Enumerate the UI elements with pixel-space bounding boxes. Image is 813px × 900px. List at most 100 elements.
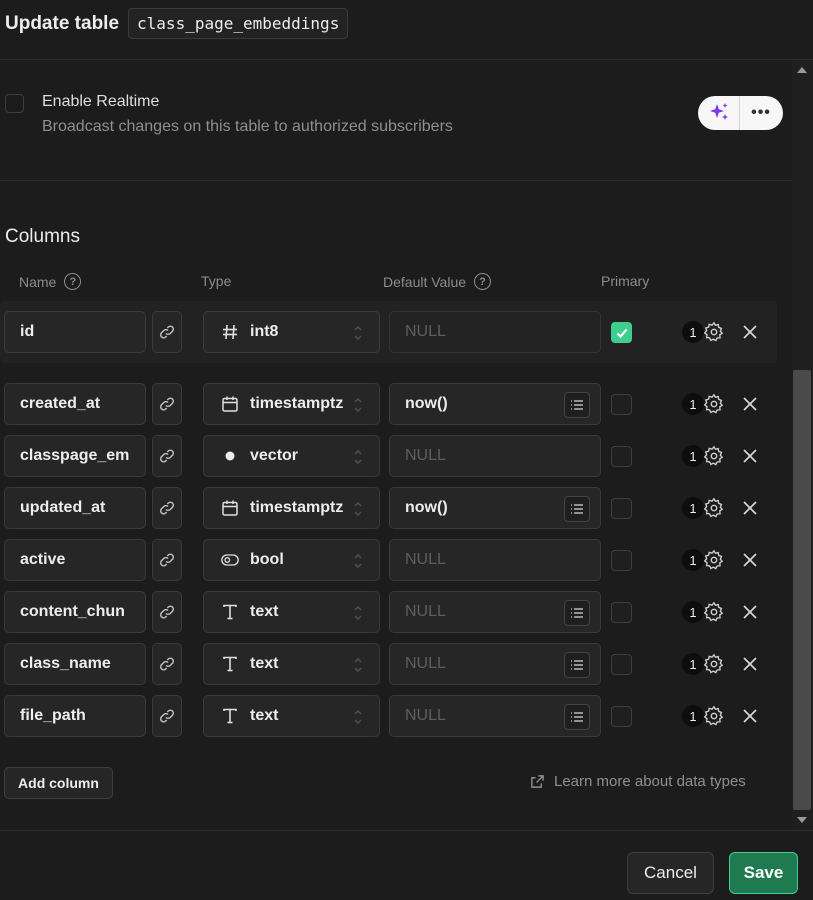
default-value-input[interactable]: NULL [389,435,601,477]
close-icon [743,397,757,411]
default-suggestions-button[interactable] [564,704,590,730]
close-icon [743,605,757,619]
column-settings-button[interactable] [703,445,725,467]
default-value-input[interactable]: NULL [389,643,601,685]
column-name-input[interactable]: created_at [4,383,146,425]
column-settings-button[interactable] [703,393,725,415]
column-type-select[interactable]: text [203,695,380,737]
save-button[interactable]: Save [729,852,798,894]
foreign-key-button[interactable] [152,539,182,581]
foreign-key-button[interactable] [152,383,182,425]
foreign-key-button[interactable] [152,643,182,685]
default-value-input[interactable]: NULL [389,311,601,353]
foreign-key-button[interactable] [152,487,182,529]
column-name-input[interactable]: content_chun [4,591,146,633]
remove-column-button[interactable] [741,551,759,569]
column-type-label: timestamptz [250,395,344,412]
primary-key-checkbox[interactable] [611,322,632,343]
remove-column-button[interactable] [741,603,759,621]
close-icon [743,325,757,339]
help-icon[interactable]: ? [64,273,82,290]
column-settings-button[interactable] [703,497,725,519]
remove-column-button[interactable] [741,707,759,725]
default-value-input[interactable]: now() [389,383,601,425]
column-type-select[interactable]: text [203,643,380,685]
scroll-down-arrow[interactable] [797,817,807,823]
column-name-input[interactable]: class_name [4,643,146,685]
default-value-input[interactable]: NULL [389,539,601,581]
remove-column-button[interactable] [741,395,759,413]
column-header-default: Default Value ? [383,273,492,290]
cancel-button[interactable]: Cancel [627,852,714,894]
column-type-label: text [250,707,279,724]
column-row: file_path text NULL 1 [0,694,777,738]
column-row: content_chun text NULL 1 [0,590,777,634]
column-type-select[interactable]: vector [203,435,380,477]
column-header-primary-label: Primary [601,273,650,289]
column-type-select[interactable]: int8 [203,311,380,353]
column-settings-button[interactable] [703,705,725,727]
primary-key-checkbox[interactable] [611,394,632,415]
form-scroll-area[interactable]: Enable Realtime Broadcast changes on thi… [0,60,792,830]
column-name-input[interactable]: id [4,311,146,353]
default-suggestions-button[interactable] [564,496,590,522]
primary-key-checkbox[interactable] [611,706,632,727]
default-suggestions-button[interactable] [564,652,590,678]
table-name-tag: class_page_embeddings [128,8,349,39]
column-settings-button[interactable] [703,549,725,571]
column-type-select[interactable]: timestamptz [203,383,380,425]
primary-key-checkbox[interactable] [611,602,632,623]
more-options-button[interactable]: ••• [740,96,782,130]
column-row: class_name text NULL 1 [0,642,777,686]
column-type-select[interactable]: timestamptz [203,487,380,529]
remove-column-button[interactable] [741,499,759,517]
scroll-thumb[interactable] [793,370,811,810]
primary-key-checkbox[interactable] [611,654,632,675]
default-suggestions-button[interactable] [564,600,590,626]
list-icon [571,608,583,618]
realtime-description: Broadcast changes on this table to autho… [42,118,453,135]
foreign-key-button[interactable] [152,591,182,633]
count-badge: 1 [682,653,704,675]
column-type-select[interactable]: text [203,591,380,633]
count-badge: 1 [682,497,704,519]
column-type-select[interactable]: bool [203,539,380,581]
default-suggestions-button[interactable] [564,392,590,418]
column-name-input[interactable]: classpage_em [4,435,146,477]
add-column-button[interactable]: Add column [4,767,113,799]
column-settings-button[interactable] [703,653,725,675]
foreign-key-button[interactable] [152,695,182,737]
gear-icon [703,445,724,466]
default-value-input[interactable]: NULL [389,695,601,737]
column-settings-button[interactable] [703,321,725,343]
gear-icon [703,497,724,518]
foreign-key-button[interactable] [152,311,182,353]
enable-realtime-checkbox[interactable] [5,94,24,113]
remove-column-button[interactable] [741,447,759,465]
primary-key-checkbox[interactable] [611,550,632,571]
column-name-input[interactable]: updated_at [4,487,146,529]
primary-key-checkbox[interactable] [611,498,632,519]
learn-more-link[interactable]: Learn more about data types [530,773,746,790]
column-header-default-label: Default Value [383,273,467,290]
foreign-key-button[interactable] [152,435,182,477]
chevron-up-down-icon [354,397,362,413]
help-icon[interactable]: ? [474,273,492,290]
text-icon [220,654,240,674]
column-type-label: text [250,603,279,620]
count-badge: 1 [682,393,704,415]
default-value-input[interactable]: now() [389,487,601,529]
count-badge: 1 [682,445,704,467]
remove-column-button[interactable] [741,655,759,673]
default-value-input[interactable]: NULL [389,591,601,633]
remove-column-button[interactable] [741,323,759,341]
ai-assistant-button[interactable] [698,96,740,130]
column-name-input[interactable]: active [4,539,146,581]
column-settings-button[interactable] [703,601,725,623]
column-name-input[interactable]: file_path [4,695,146,737]
vertical-scrollbar[interactable] [792,60,813,830]
check-icon [616,328,627,338]
primary-key-checkbox[interactable] [611,446,632,467]
column-type-label: bool [250,551,284,568]
scroll-up-arrow[interactable] [797,67,807,73]
